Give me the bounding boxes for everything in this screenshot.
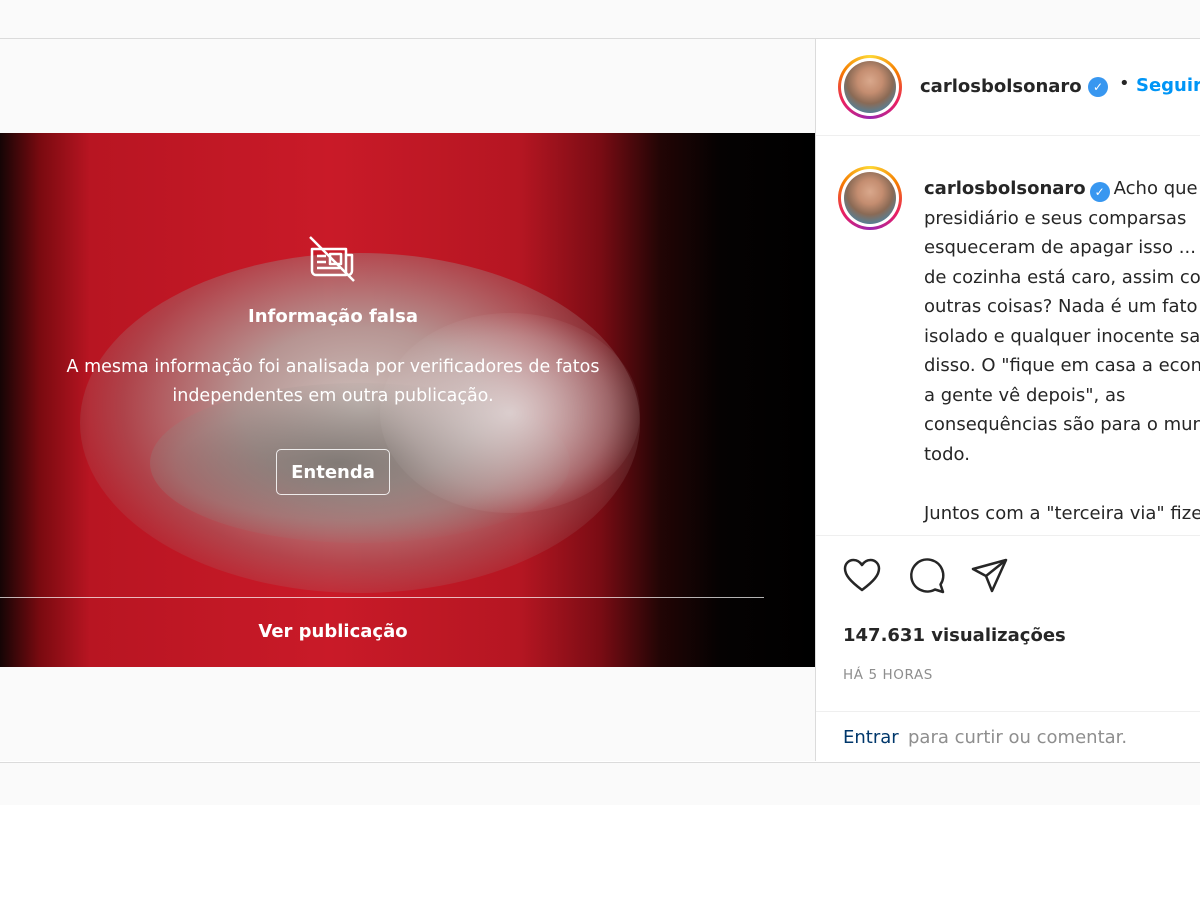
comment-icon[interactable] (907, 556, 947, 596)
learn-more-button[interactable]: Entenda (276, 449, 390, 495)
post-header: carlosbolsonaro ✓ • Seguir (816, 39, 1200, 136)
post-caption: carlosbolsonaro✓Acho que o presidiário e… (816, 136, 1200, 534)
caption-paragraph-2: Juntos com a "terceira via" fizeram tudo… (924, 502, 1200, 535)
instagram-post: Informação falsa A mesma informação foi … (0, 39, 1200, 761)
false-information-title: Informação falsa (248, 306, 418, 327)
view-post-button[interactable]: Ver publicação (0, 621, 666, 642)
post-actions: 147.631 visualizações HÁ 5 HORAS (816, 535, 1200, 711)
blur-shape-light (380, 313, 640, 513)
caption-username[interactable]: carlosbolsonaro (924, 178, 1086, 199)
follow-button[interactable]: Seguir (1136, 75, 1200, 96)
media-panel: Informação falsa A mesma informação foi … (0, 39, 815, 761)
page-bottom-bar (0, 762, 1200, 805)
header-username[interactable]: carlosbolsonaro (920, 76, 1082, 97)
blurred-post-media: Informação falsa A mesma informação foi … (0, 133, 815, 667)
caption-text: carlosbolsonaro✓Acho que o presidiário e… (924, 174, 1200, 534)
caption-avatar[interactable] (838, 166, 902, 230)
login-link[interactable]: Entrar (843, 727, 899, 748)
post-sidebar: carlosbolsonaro ✓ • Seguir carlosbolsona… (815, 39, 1200, 761)
verified-badge-icon: ✓ (1088, 77, 1108, 97)
share-icon[interactable] (970, 556, 1010, 596)
overlay-divider (0, 597, 764, 598)
post-timestamp: HÁ 5 HORAS (843, 667, 933, 683)
browser-top-bar (0, 0, 1200, 39)
view-count: 147.631 visualizações (843, 625, 1066, 646)
avatar[interactable] (838, 55, 902, 119)
avatar-photo (844, 61, 896, 113)
login-prompt-text: para curtir ou comentar. (908, 727, 1128, 748)
heart-icon[interactable] (842, 556, 882, 596)
false-info-icon (309, 236, 355, 282)
avatar-photo (844, 172, 896, 224)
caption-paragraph-1: Acho que o presidiário e seus comparsas … (924, 178, 1200, 465)
header-separator: • (1119, 73, 1130, 94)
verified-badge-icon: ✓ (1089, 182, 1110, 202)
false-information-description: A mesma informação foi analisada por ver… (66, 357, 600, 406)
login-prompt: Entrar para curtir ou comentar. (816, 711, 1200, 762)
